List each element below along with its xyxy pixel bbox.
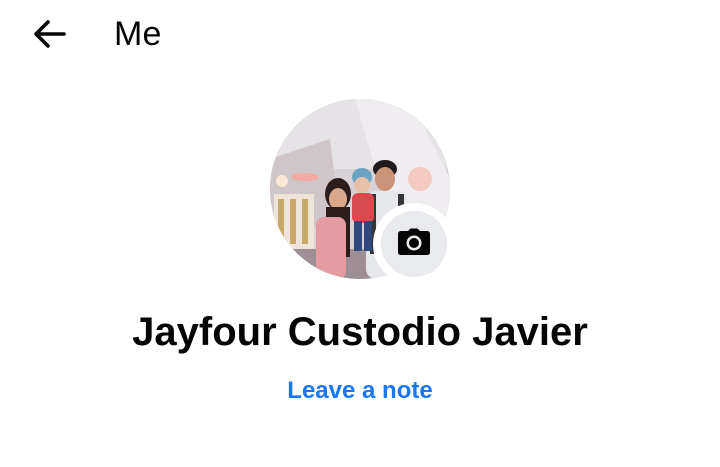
leave-note-container: Leave a note [0, 374, 720, 408]
back-button[interactable] [26, 14, 72, 54]
page-title: Me [114, 15, 162, 53]
top-app-bar: Me [0, 0, 720, 70]
profile-screen: Me Jayfour Custodio Javier Leave a note [0, 0, 720, 467]
profile-name: Jayfour Custodio Javier [132, 310, 588, 354]
camera-button-surface [381, 211, 447, 277]
arrow-left-icon [31, 18, 67, 50]
change-photo-button[interactable] [373, 203, 455, 285]
leave-note-link[interactable]: Leave a note [287, 377, 432, 404]
camera-icon [397, 228, 431, 261]
profile-avatar-container [270, 99, 455, 285]
